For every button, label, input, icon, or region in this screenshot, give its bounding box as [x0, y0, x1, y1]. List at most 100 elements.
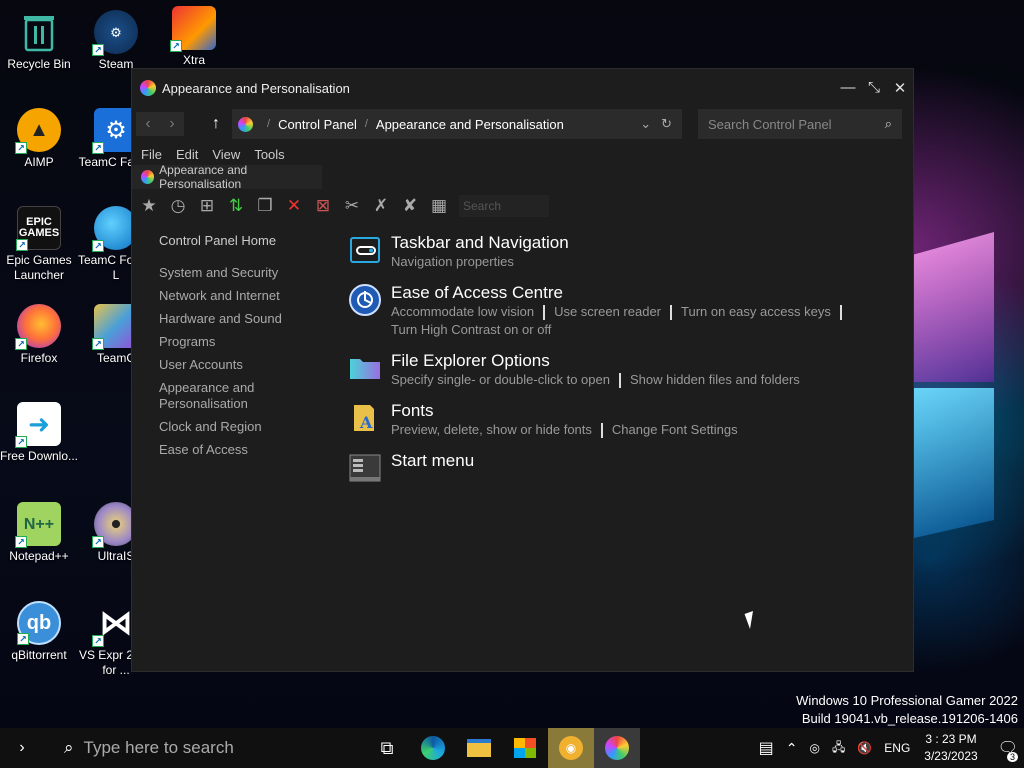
shortcut-arrow-icon: ↗	[92, 142, 104, 154]
desktop-icon-notepad-plus-plus[interactable]: N++ ↗ Notepad++	[0, 502, 81, 564]
menu-tools[interactable]: Tools	[254, 147, 284, 162]
cut-icon[interactable]: ✗	[368, 194, 394, 218]
chevron-down-icon[interactable]: ⌄	[640, 116, 651, 132]
xtra-icon: ↗	[170, 6, 216, 52]
minimize-button[interactable]: —	[835, 79, 861, 97]
link-single-double-click[interactable]: Specify single- or double-click to open	[391, 372, 610, 387]
close-button[interactable]: ✕	[887, 79, 913, 97]
category-file-explorer-options: File Explorer Options Specify single- or…	[348, 351, 913, 389]
link-divider	[618, 373, 621, 389]
network-icon[interactable]: 🖧	[832, 738, 845, 759]
desktop-icon-recycle-bin[interactable]: Recycle Bin	[0, 10, 81, 72]
link-navigation-properties[interactable]: Navigation properties	[391, 254, 514, 269]
news-widget-icon[interactable]: ▤	[759, 738, 774, 758]
link-easy-access-keys[interactable]: Turn on easy access keys	[681, 304, 831, 319]
edge-icon[interactable]	[410, 728, 456, 768]
breadcrumb-appearance[interactable]: Appearance and Personalisation	[376, 117, 564, 132]
volume-muted-icon[interactable]: 🔇	[857, 741, 872, 755]
control-panel-home-link[interactable]: Control Panel Home	[159, 233, 342, 248]
forward-button[interactable]: ›	[160, 112, 184, 136]
start-chevron-icon[interactable]: ›	[0, 739, 44, 757]
maximize-button[interactable]: ⤡	[861, 79, 887, 97]
link-change-font-settings[interactable]: Change Font Settings	[612, 422, 738, 437]
category-title[interactable]: Taskbar and Navigation	[391, 233, 569, 253]
history-icon[interactable]: ◷	[165, 194, 191, 218]
discord-icon[interactable]: ◉	[548, 728, 594, 768]
desktop-icon-free-download[interactable]: ➜ ↗ Free Downlo...	[0, 402, 81, 464]
recycle-bin-icon	[17, 10, 61, 54]
delete-icon[interactable]: ✕	[281, 194, 307, 218]
category-fonts: A Fonts Preview, delete, show or hide fo…	[348, 401, 913, 439]
category-title[interactable]: Start menu	[391, 451, 474, 471]
desktop-icon-label: AIMP	[24, 155, 54, 169]
taskbar-icon	[348, 233, 382, 267]
category-list: Taskbar and Navigation Navigation proper…	[342, 233, 913, 497]
address-bar[interactable]: / Control Panel / Appearance and Persona…	[232, 109, 682, 139]
category-title[interactable]: File Explorer Options	[391, 351, 800, 371]
toolbar: ★ ◷ ⊞ ⇅ ❐ ✕ ⊠ ✂ ✗ ✘ ▦ Search	[132, 191, 913, 221]
category-links: Specify single- or double-click to open S…	[391, 371, 800, 389]
search-control-panel-input[interactable]: Search Control Panel ⌕	[698, 109, 902, 139]
qbittorrent-icon: qb ↗	[17, 601, 61, 645]
menu-file[interactable]: File	[141, 147, 162, 162]
window-controls: — ⤡ ✕	[835, 79, 913, 97]
refresh-icon[interactable]: ↻	[661, 116, 672, 132]
nav-system-security[interactable]: System and Security	[159, 265, 342, 281]
cancel-icon[interactable]: ✘	[397, 194, 423, 218]
shortcut-arrow-icon: ↗	[92, 240, 104, 252]
desktop-icon-steam[interactable]: ⚙ ↗ Steam	[74, 10, 158, 72]
link-preview-fonts[interactable]: Preview, delete, show or hide fonts	[391, 422, 592, 437]
window-titlebar[interactable]: Appearance and Personalisation — ⤡ ✕	[132, 69, 913, 107]
windows-logo-icon[interactable]: ⊞	[194, 194, 220, 218]
nav-ease-of-access[interactable]: Ease of Access	[159, 442, 342, 458]
network-share-icon[interactable]: ⇅	[223, 194, 249, 218]
menu-edit[interactable]: Edit	[176, 147, 198, 162]
nav-programs[interactable]: Programs	[159, 334, 342, 350]
favorites-star-icon[interactable]: ★	[136, 194, 162, 218]
toolbar-search-input[interactable]: Search	[459, 195, 549, 217]
shortcut-arrow-icon: ↗	[92, 635, 104, 647]
desktop-icon-epic-games[interactable]: EPIC GAMES ↗ Epic Games Launcher	[0, 206, 81, 283]
microsoft-store-icon[interactable]	[502, 728, 548, 768]
nav-clock-region[interactable]: Clock and Region	[159, 419, 342, 435]
link-accommodate-low-vision[interactable]: Accommodate low vision	[391, 304, 534, 319]
category-title[interactable]: Ease of Access Centre	[391, 283, 851, 303]
category-taskbar-navigation: Taskbar and Navigation Navigation proper…	[348, 233, 913, 271]
notification-center-icon[interactable]: 🗨 3	[998, 738, 1018, 762]
copy-windows-icon[interactable]: ❐	[252, 194, 278, 218]
desktop-icon-aimp[interactable]: ▲ ↗ AIMP	[0, 108, 81, 170]
chevron-up-icon[interactable]: ⌃	[786, 740, 798, 757]
nav-hardware-sound[interactable]: Hardware and Sound	[159, 311, 342, 327]
nav-user-accounts[interactable]: User Accounts	[159, 357, 342, 373]
link-use-screen-reader[interactable]: Use screen reader	[554, 304, 661, 319]
task-view-icon[interactable]: ⧉	[364, 728, 410, 768]
up-button[interactable]: ↑	[204, 115, 228, 133]
nav-appearance-personalisation[interactable]: Appearance and Personalisation	[159, 380, 279, 412]
webcam-icon[interactable]: ◎	[809, 741, 819, 755]
breadcrumb-control-panel[interactable]: Control Panel	[278, 117, 357, 132]
back-button[interactable]: ‹	[136, 112, 160, 136]
nav-network-internet[interactable]: Network and Internet	[159, 288, 342, 304]
clock[interactable]: 3 : 23 PM 3/23/2023	[924, 731, 977, 765]
desktop-icon-firefox[interactable]: ↗ Firefox	[0, 304, 81, 366]
link-show-hidden-files[interactable]: Show hidden files and folders	[630, 372, 800, 387]
language-indicator[interactable]: ENG	[884, 741, 910, 755]
taskbar-search-box[interactable]: ⌕ Type here to search	[44, 728, 364, 768]
disconnect-icon[interactable]: ✂	[339, 194, 365, 218]
link-high-contrast[interactable]: Turn High Contrast on or off	[391, 322, 551, 337]
chevron-right-icon: ›	[169, 115, 175, 132]
view-options-icon[interactable]: ▦	[426, 194, 452, 218]
file-explorer-icon[interactable]	[456, 728, 502, 768]
control-panel-window: Appearance and Personalisation — ⤡ ✕ ‹ ›…	[131, 68, 914, 672]
desktop-icon-xtra[interactable]: ↗ Xtra	[152, 6, 236, 68]
desktop-icon-qbittorrent[interactable]: qb ↗ qBittorrent	[0, 601, 81, 663]
location-label-text: Appearance and Personalisation	[159, 163, 248, 191]
delete-window-icon[interactable]: ⊠	[310, 194, 336, 218]
shortcut-arrow-icon: ↗	[15, 536, 27, 548]
desktop-icon-label: Firefox	[20, 351, 58, 365]
category-title[interactable]: Fonts	[391, 401, 738, 421]
menu-view[interactable]: View	[212, 147, 240, 162]
wallpaper-window-pane-upper	[914, 232, 994, 382]
control-panel-taskbar-icon[interactable]	[594, 728, 640, 768]
link-divider	[543, 305, 546, 321]
